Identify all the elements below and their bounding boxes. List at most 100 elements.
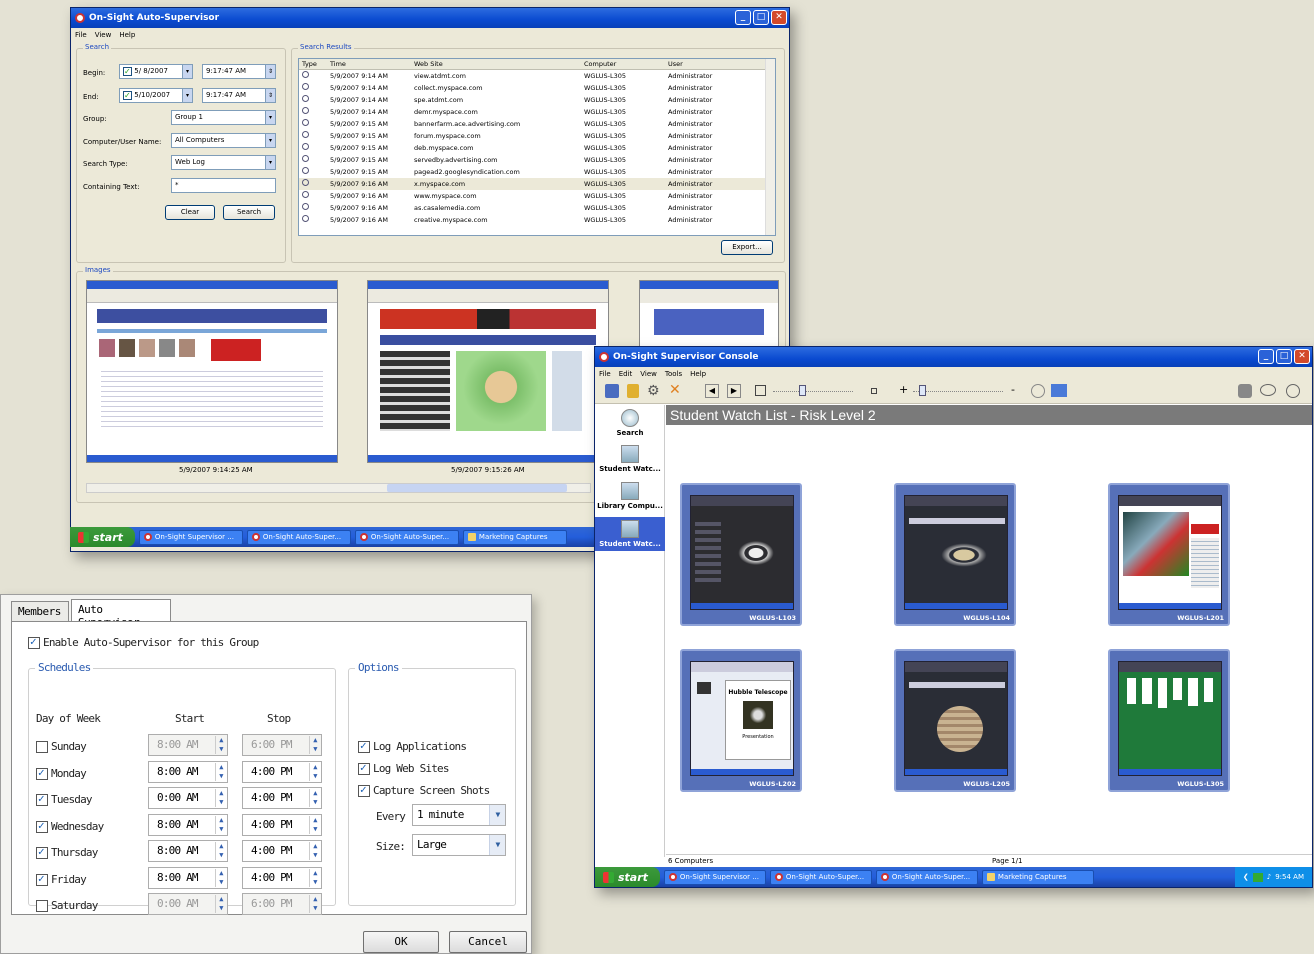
images-scrollbar[interactable] xyxy=(86,483,591,493)
col-user[interactable]: User xyxy=(665,59,775,70)
taskbar-item-marketing[interactable]: Marketing Captures xyxy=(981,869,1094,885)
tray-arrow-icon[interactable]: ❮ xyxy=(1243,873,1249,881)
start-time-field[interactable]: 0:00 AM ▲ ▼ xyxy=(148,893,228,915)
start-button[interactable]: start xyxy=(70,527,135,547)
spin-icon[interactable]: ▲ ▼ xyxy=(215,789,226,807)
size-slider[interactable] xyxy=(773,385,853,396)
screenshot-thumbnail-2[interactable] xyxy=(367,280,609,463)
start-time-field[interactable]: 8:00 AM ▲ ▼ xyxy=(148,866,228,889)
screenshot-thumbnail-1[interactable] xyxy=(86,280,338,463)
taskbar-item-auto-2[interactable]: On-Sight Auto-Super... xyxy=(875,869,978,885)
spin-icon[interactable]: ▲ ▼ xyxy=(309,762,320,781)
day-checkbox-row[interactable]: Sunday xyxy=(36,740,87,753)
next-icon[interactable]: ▶ xyxy=(727,384,741,398)
search-type-select[interactable]: Web Log ▾ xyxy=(171,155,276,170)
refresh-icon[interactable] xyxy=(1031,384,1045,398)
computer-card[interactable]: WGLUS-L305 xyxy=(1108,649,1230,792)
square-icon[interactable] xyxy=(755,385,766,396)
log-applications-row[interactable]: Log Applications xyxy=(358,739,467,753)
monitor-icon[interactable] xyxy=(605,384,619,398)
tray-app-icon[interactable] xyxy=(1252,872,1263,882)
taskbar-item-auto-1[interactable]: On-Sight Auto-Super... xyxy=(246,529,351,545)
table-row[interactable]: 5/9/2007 9:15 AM servedby.advertising.com… xyxy=(299,154,775,166)
spin-icon[interactable]: ▲ ▼ xyxy=(309,789,320,807)
day-checkbox[interactable] xyxy=(36,819,48,833)
spin-icon[interactable]: ▲ ▼ xyxy=(309,868,320,887)
zoom-slider[interactable] xyxy=(913,385,1003,396)
start-time-field[interactable]: 0:00 AM ▲ ▼ xyxy=(148,787,228,809)
spin-icon[interactable]: ▲ ▼ xyxy=(215,815,226,834)
minus-icon[interactable]: - xyxy=(1011,383,1015,396)
log-web-checkbox[interactable] xyxy=(358,761,370,775)
history-icon[interactable] xyxy=(1286,384,1300,398)
chevron-down-icon[interactable]: ▾ xyxy=(182,89,192,102)
sidebar-item-library[interactable]: Library Compu... xyxy=(595,482,665,510)
enable-checkbox[interactable] xyxy=(28,635,40,649)
end-time-field[interactable]: 9:17:47 AM ⇕ xyxy=(202,88,276,103)
export-button[interactable]: Export... xyxy=(721,240,773,255)
results-scrollbar[interactable] xyxy=(765,59,775,235)
computer-card[interactable]: WGLUS-L205 xyxy=(894,649,1016,792)
taskbar-item-supervisor[interactable]: On-Sight Supervisor ... xyxy=(138,529,243,545)
maximize-button[interactable]: □ xyxy=(753,10,769,25)
bubble-icon[interactable] xyxy=(1260,384,1276,396)
taskbar-item-auto-1[interactable]: On-Sight Auto-Super... xyxy=(769,869,872,885)
stop-time-field[interactable]: 4:00 PM ▲ ▼ xyxy=(242,813,322,836)
day-checkbox-row[interactable]: Friday xyxy=(36,872,87,886)
spin-icon[interactable]: ▲ ▼ xyxy=(215,842,226,860)
search-icon[interactable] xyxy=(1238,384,1252,398)
begin-date-field[interactable]: 5/ 8/2007 ▾ xyxy=(119,64,193,79)
every-select[interactable]: 1 minute ▼ xyxy=(412,804,506,826)
clear-button[interactable]: Clear xyxy=(165,205,215,220)
taskbar-item-auto-2[interactable]: On-Sight Auto-Super... xyxy=(354,529,459,545)
end-date-field[interactable]: 5/10/2007 ▾ xyxy=(119,88,193,103)
menu-edit[interactable]: Edit xyxy=(619,370,633,378)
spin-icon[interactable]: ▲ ▼ xyxy=(309,815,320,834)
menu-file[interactable]: File xyxy=(75,31,87,39)
stop-time-field[interactable]: 4:00 PM ▲ ▼ xyxy=(242,840,322,862)
sidebar-item-search[interactable]: Search xyxy=(595,409,665,437)
start-time-field[interactable]: 8:00 AM ▲ ▼ xyxy=(148,813,228,836)
stop-time-field[interactable]: 6:00 PM ▲ ▼ xyxy=(242,893,322,915)
spin-icon[interactable]: ▲ ▼ xyxy=(309,736,320,754)
prev-icon[interactable]: ◀ xyxy=(705,384,719,398)
stop-time-field[interactable]: 4:00 PM ▲ ▼ xyxy=(242,760,322,783)
day-checkbox[interactable] xyxy=(36,900,48,912)
stop-time-field[interactable]: 6:00 PM ▲ ▼ xyxy=(242,734,322,756)
close-icon[interactable]: ✕ xyxy=(669,382,681,398)
menu-help[interactable]: Help xyxy=(119,31,135,39)
menu-help[interactable]: Help xyxy=(690,370,706,378)
log-applications-checkbox[interactable] xyxy=(358,739,370,753)
capture-row[interactable]: Capture Screen Shots xyxy=(358,783,490,797)
small-square-icon[interactable] xyxy=(871,388,877,394)
start-button[interactable]: start xyxy=(595,867,660,887)
day-checkbox-row[interactable]: Thursday xyxy=(36,845,98,859)
col-time[interactable]: Time xyxy=(327,59,411,70)
day-checkbox[interactable] xyxy=(36,741,48,753)
table-row[interactable]: 5/9/2007 9:15 AM bannerfarm.ace.advertisi… xyxy=(299,118,775,130)
menu-file[interactable]: File xyxy=(599,370,611,378)
tab-members[interactable]: Members xyxy=(11,601,69,621)
lock-icon[interactable] xyxy=(627,384,639,398)
size-select[interactable]: Large ▼ xyxy=(412,834,506,856)
spin-icon[interactable]: ⇕ xyxy=(265,89,275,102)
col-computer[interactable]: Computer xyxy=(581,59,665,70)
containing-text-input[interactable]: * xyxy=(171,178,276,193)
table-row[interactable]: 5/9/2007 9:14 AM spe.atdmt.com WGLUS-L305 A… xyxy=(299,94,775,106)
ok-button[interactable]: OK xyxy=(363,931,439,953)
start-time-field[interactable]: 8:00 AM ▲ ▼ xyxy=(148,734,228,756)
minimize-button[interactable]: _ xyxy=(1258,349,1274,364)
menu-view[interactable]: View xyxy=(640,370,657,378)
day-checkbox-row[interactable]: Saturday xyxy=(36,899,98,912)
computer-card[interactable]: WGLUS-L201 xyxy=(1108,483,1230,626)
close-button[interactable]: ✕ xyxy=(771,10,787,25)
plus-icon[interactable]: + xyxy=(899,383,908,396)
capture-checkbox[interactable] xyxy=(358,783,370,797)
table-row[interactable]: 5/9/2007 9:14 AM view.atdmt.com WGLUS-L305… xyxy=(299,70,775,82)
slider-thumb[interactable] xyxy=(919,385,926,396)
begin-time-field[interactable]: 9:17:47 AM ⇕ xyxy=(202,64,276,79)
sidebar-item-student-watch-2[interactable]: Student Watc... xyxy=(595,517,665,551)
minimize-button[interactable]: _ xyxy=(735,10,751,25)
spin-icon[interactable]: ▲ ▼ xyxy=(309,895,320,913)
spin-icon[interactable]: ▲ ▼ xyxy=(215,736,226,754)
